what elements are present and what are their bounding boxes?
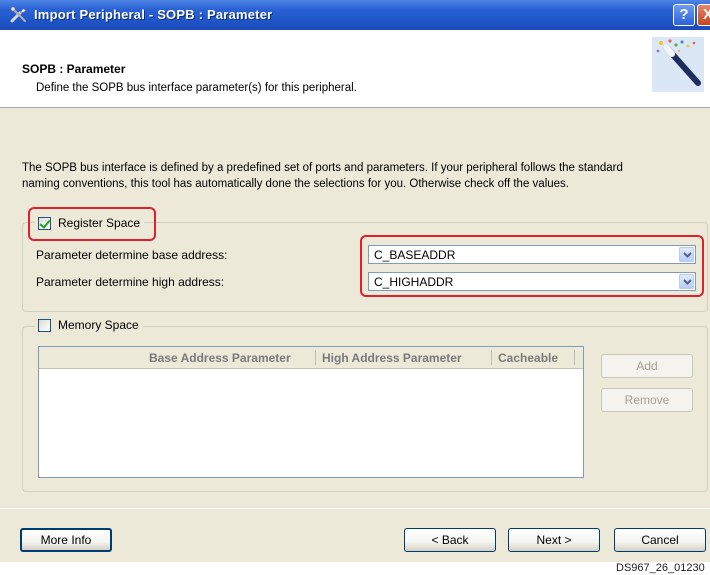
column-divider[interactable] xyxy=(315,350,316,365)
base-address-label: Parameter determine base address: xyxy=(36,248,228,262)
back-button[interactable]: < Back xyxy=(404,528,496,552)
add-button[interactable]: Add xyxy=(601,354,693,378)
intro-line-1: The SOPB bus interface is defined by a p… xyxy=(22,162,623,174)
column-divider[interactable] xyxy=(491,350,492,365)
address-selects-highlight xyxy=(360,235,704,297)
wizard-header: SOPB : Parameter Define the SOPB bus int… xyxy=(0,30,710,108)
window-title: Import Peripheral - SOPB : Parameter xyxy=(34,7,273,22)
intro-line-2: naming conventions, this tool has automa… xyxy=(22,178,569,190)
memory-space-checkbox[interactable]: Memory Space xyxy=(35,315,143,335)
table-header: Base Address Parameter High Address Para… xyxy=(39,347,583,369)
column-base-address[interactable]: Base Address Parameter xyxy=(149,351,291,365)
title-bar[interactable]: Import Peripheral - SOPB : Parameter ? X xyxy=(0,0,710,30)
footer-divider xyxy=(0,508,710,509)
memory-space-label: Memory Space xyxy=(58,318,139,332)
remove-button[interactable]: Remove xyxy=(601,388,693,412)
help-button[interactable]: ? xyxy=(673,4,695,26)
register-space-highlight xyxy=(28,207,156,241)
tools-icon xyxy=(10,6,28,24)
more-info-button[interactable]: More Info xyxy=(20,528,112,552)
page-title: SOPB : Parameter xyxy=(22,62,126,76)
high-address-label: Parameter determine high address: xyxy=(36,275,225,289)
column-cacheable[interactable]: Cacheable xyxy=(498,351,558,365)
magic-wand-icon xyxy=(652,37,704,92)
page-description: Define the SOPB bus interface parameter(… xyxy=(36,82,357,94)
import-peripheral-dialog: Import Peripheral - SOPB : Parameter ? X… xyxy=(0,0,710,562)
next-button[interactable]: Next > xyxy=(508,528,600,552)
figure-caption: DS967_26_01230 xyxy=(616,562,705,574)
checkbox-unchecked-icon[interactable] xyxy=(38,318,51,332)
column-divider[interactable] xyxy=(574,350,575,365)
cancel-button[interactable]: Cancel xyxy=(614,528,706,552)
intro-text: The SOPB bus interface is defined by a p… xyxy=(22,160,702,192)
memory-space-table[interactable]: Base Address Parameter High Address Para… xyxy=(38,346,584,478)
close-button[interactable]: X xyxy=(697,4,710,26)
column-high-address[interactable]: High Address Parameter xyxy=(322,351,462,365)
